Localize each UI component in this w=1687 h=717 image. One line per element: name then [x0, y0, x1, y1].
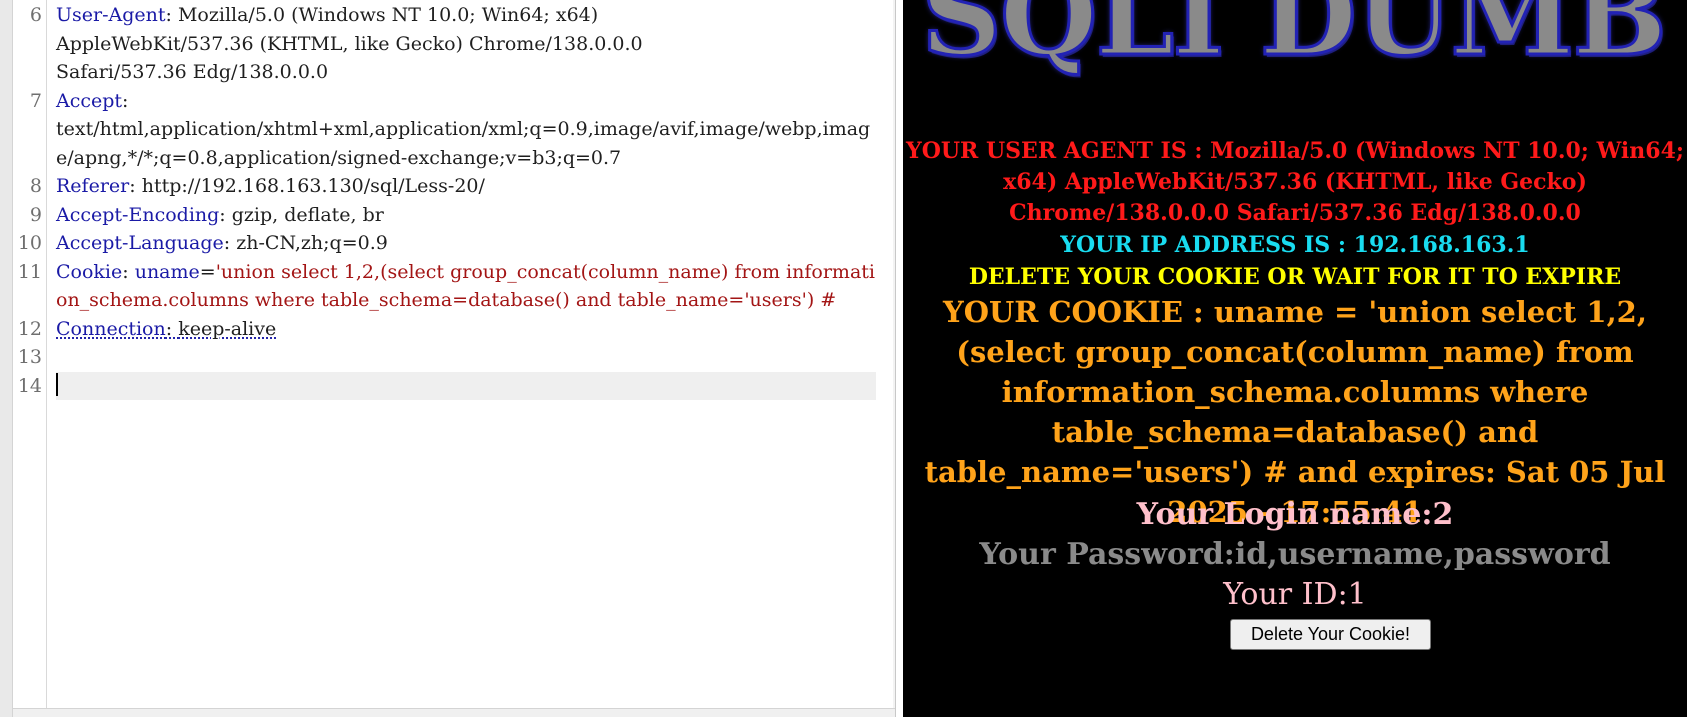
header-value-accept-encoding[interactable]: gzip, deflate, br — [232, 204, 384, 226]
header-value-referer[interactable]: http://192.168.163.130/sql/Less-20/ — [142, 175, 485, 197]
line-number: 9 — [29, 203, 42, 226]
request-line-user-agent[interactable]: 6 User-Agent: Mozilla/5.0 (Windows NT 10… — [0, 1, 895, 87]
header-separator: : — [129, 175, 142, 197]
request-line-empty[interactable]: 13 ​ — [0, 343, 895, 372]
header-separator: : — [122, 89, 129, 112]
cookie-name[interactable]: uname — [135, 261, 200, 283]
user-agent-message: YOUR USER AGENT IS : Mozilla/5.0 (Window… — [905, 138, 1684, 226]
password-message: Your Password:id,username,password — [979, 537, 1611, 572]
request-line-referer[interactable]: 8 Referer: http://192.168.163.130/sql/Le… — [0, 172, 895, 201]
line-number: 6 — [29, 4, 42, 26]
line-number: 12 — [17, 317, 42, 340]
header-name-referer: Referer — [56, 175, 130, 197]
cookie-equals: = — [199, 260, 216, 283]
request-line-accept-language[interactable]: 10 Accept-Language: zh-CN,zh;q=0.9 — [0, 229, 895, 258]
header-separator: : — [165, 317, 179, 340]
request-editor[interactable]: 6 User-Agent: Mozilla/5.0 (Windows NT 10… — [0, 0, 896, 717]
ip-address-message: YOUR IP ADDRESS IS : 192.168.163.1 — [1060, 232, 1530, 258]
line-number: 8 — [29, 175, 42, 197]
header-name-accept-language: Accept-Language — [56, 232, 224, 254]
sqli-response-page: SQLI DUMB YOUR USER AGENT IS : Mozilla/5… — [903, 0, 1687, 717]
request-code[interactable]: 6 User-Agent: Mozilla/5.0 (Windows NT 10… — [0, 1, 895, 400]
header-name-user-agent: User-Agent — [56, 4, 166, 26]
header-separator: : — [165, 4, 178, 26]
header-name-connection: Connection — [56, 317, 166, 340]
header-name-accept: Accept — [56, 89, 123, 112]
header-name-cookie: Cookie — [56, 260, 123, 283]
request-line-current[interactable]: 14 — [0, 371, 895, 400]
line-number: 13 — [17, 346, 42, 368]
delete-cookie-button[interactable]: Delete Your Cookie! — [1230, 619, 1431, 650]
header-separator: : — [122, 260, 135, 283]
delete-cookie-notice: DELETE YOUR COOKIE OR WAIT FOR IT TO EXP… — [968, 264, 1622, 290]
line-number: 11 — [17, 260, 42, 283]
header-value-accept[interactable]: text/html,application/xhtml+xml,applicat… — [56, 118, 870, 169]
header-value-accept-language[interactable]: zh-CN,zh;q=0.9 — [236, 232, 388, 254]
line-number: 10 — [17, 232, 42, 254]
request-line-cookie[interactable]: 11 Cookie: uname='union select 1,2,(sele… — [0, 258, 895, 315]
user-id-message: Your ID:1 — [1223, 577, 1367, 612]
header-separator: : — [223, 232, 237, 254]
text-caret — [56, 372, 58, 396]
login-name-message: Your Login name:2 — [1136, 497, 1454, 532]
request-line-accept[interactable]: 7 Accept: text/html,application/xhtml+xm… — [0, 87, 895, 173]
current-line[interactable] — [56, 371, 876, 400]
header-separator: : — [219, 203, 232, 226]
empty-line[interactable]: ​ — [56, 343, 876, 372]
line-number: 7 — [29, 89, 42, 112]
header-name-accept-encoding: Accept-Encoding — [56, 203, 220, 226]
line-number: 14 — [17, 374, 42, 397]
request-line-connection[interactable]: 12 Connection: keep-alive — [0, 315, 895, 344]
header-value-connection[interactable]: keep-alive — [178, 318, 276, 340]
request-line-accept-encoding[interactable]: 9 Accept-Encoding: gzip, deflate, br — [0, 201, 895, 230]
editor-horizontal-scrollbar[interactable] — [13, 708, 895, 717]
sqli-dumb-banner: SQLI DUMB — [919, 0, 1668, 83]
